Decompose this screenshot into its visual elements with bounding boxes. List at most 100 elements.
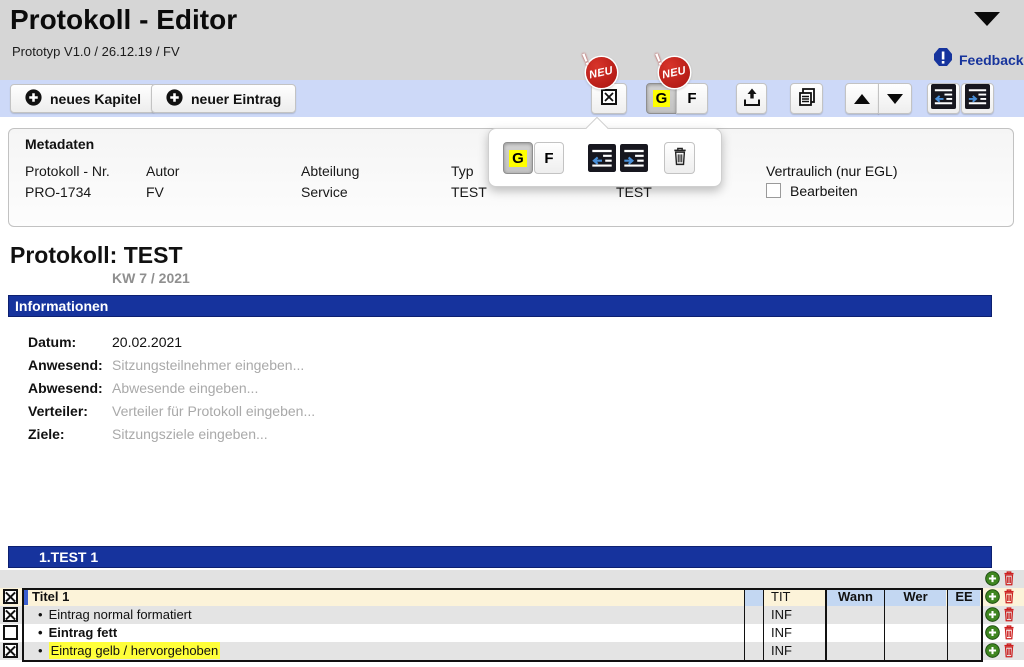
neu-badge: ! NEU xyxy=(659,57,690,88)
copy-pages-button[interactable] xyxy=(790,83,823,114)
bold-toggle-button[interactable]: F xyxy=(676,83,708,114)
row-type-cell[interactable]: INF xyxy=(766,624,824,642)
field-input-verteiler[interactable]: Verteiler für Protokoll eingeben... xyxy=(112,403,315,419)
page-title: Protokoll - Editor xyxy=(10,4,237,36)
new-entry-button[interactable]: neuer Eintrag xyxy=(151,84,296,113)
document-title: Protokoll: TEST xyxy=(10,242,183,269)
row-text-cell: Eintrag fett xyxy=(38,624,117,642)
new-chapter-button[interactable]: neues Kapitel xyxy=(10,84,156,113)
row-wann-cell[interactable] xyxy=(827,606,884,624)
upload-icon xyxy=(741,86,763,112)
row-type-cell[interactable]: TIT xyxy=(766,588,824,606)
add-row-button[interactable] xyxy=(985,589,1000,604)
checkbox-mark-button[interactable] xyxy=(591,83,627,114)
move-down-button[interactable] xyxy=(878,83,912,114)
meta-label-autor: Autor xyxy=(146,163,179,179)
arrow-down-icon xyxy=(887,94,903,104)
row-text-cell[interactable]: Titel 1 xyxy=(32,588,69,606)
bold-f-label: F xyxy=(687,90,696,107)
popup-caret xyxy=(586,117,609,140)
row-ee-cell[interactable] xyxy=(948,606,980,624)
version-subtitle: Prototyp V1.0 / 26.12.19 / FV xyxy=(12,44,180,59)
highlight-g-label: G xyxy=(653,90,671,107)
add-row-button[interactable] xyxy=(985,643,1000,658)
row-ee-cell[interactable] xyxy=(948,624,980,642)
row-ee-cell[interactable] xyxy=(948,642,980,660)
field-label-ziele: Ziele: xyxy=(28,426,65,442)
neu-badge: ! NEU xyxy=(586,57,617,88)
new-chapter-label: neues Kapitel xyxy=(50,91,141,107)
row-wer-cell[interactable] xyxy=(885,624,946,642)
meta-value-protokoll-nr: PRO-1734 xyxy=(25,184,91,200)
feedback-link[interactable]: Feedback xyxy=(933,47,1024,72)
chapter-section-header: 1.TEST 1 xyxy=(8,546,992,568)
row-handle-cell xyxy=(745,588,763,606)
neu-badge-label: NEU xyxy=(588,64,614,81)
trash-icon xyxy=(671,146,689,171)
row-select-checkbox[interactable] xyxy=(3,589,18,604)
add-row-button[interactable] xyxy=(985,625,1000,640)
popup-bold-button[interactable]: F xyxy=(534,142,564,174)
row-select-checkbox[interactable] xyxy=(3,607,18,622)
meta-value-autor: FV xyxy=(146,184,164,200)
popup-delete-button[interactable] xyxy=(664,142,695,174)
indent-button[interactable] xyxy=(961,83,994,114)
menu-caret-icon[interactable] xyxy=(974,12,1000,26)
info-section-header: Informationen xyxy=(8,295,992,317)
row-select-checkbox[interactable] xyxy=(3,625,18,640)
edit-checkbox-label: Bearbeiten xyxy=(790,183,858,199)
add-row-button[interactable] xyxy=(985,607,1000,622)
bold-f-label: F xyxy=(544,150,553,167)
popup-outdent-button[interactable] xyxy=(588,144,616,172)
plus-circle-icon xyxy=(166,89,183,109)
add-row-button[interactable] xyxy=(985,571,1000,586)
delete-row-button[interactable] xyxy=(1002,606,1016,623)
outdent-button[interactable] xyxy=(927,83,960,114)
row-text-cell: Eintrag gelb / hervorgehoben xyxy=(38,642,220,660)
meta-label-typ: Typ xyxy=(451,163,474,179)
table-row: Eintrag gelb / hervorgehoben INF xyxy=(0,642,1024,660)
arrow-up-icon xyxy=(854,94,870,104)
plus-circle-icon xyxy=(25,89,42,109)
row-text-cell: Eintrag normal formatiert xyxy=(38,606,192,624)
indent-icon xyxy=(965,84,990,113)
copy-pages-icon xyxy=(796,86,818,112)
meta-value-abteilung: Service xyxy=(301,184,348,200)
row-type-cell[interactable]: INF xyxy=(766,642,824,660)
delete-row-button[interactable] xyxy=(1002,642,1016,659)
row-wann-cell[interactable] xyxy=(827,624,884,642)
row-type-cell[interactable]: INF xyxy=(766,606,824,624)
export-button[interactable] xyxy=(736,83,767,114)
field-input-abwesend[interactable]: Abwesende eingeben... xyxy=(112,380,258,396)
move-up-button[interactable] xyxy=(845,83,879,114)
metadata-panel-title: Metadaten xyxy=(25,136,94,152)
format-popup: G F xyxy=(488,128,722,187)
column-header-wann: Wann xyxy=(827,588,884,606)
table-row: Titel 1 TIT Wann Wer EE xyxy=(0,588,1024,606)
popup-highlight-button[interactable]: G xyxy=(503,142,533,174)
new-entry-label: neuer Eintrag xyxy=(191,91,281,107)
edit-checkbox[interactable] xyxy=(766,183,781,198)
delete-row-button[interactable] xyxy=(1002,570,1016,587)
protokoll-editor-app: Protokoll - Editor Prototyp V1.0 / 26.12… xyxy=(0,0,1024,667)
confidential-label: Vertraulich (nur EGL) xyxy=(766,163,898,179)
outdent-icon xyxy=(931,84,956,113)
chapter-action-strip xyxy=(0,570,1024,588)
row-wer-cell[interactable] xyxy=(885,606,946,624)
table-row: Eintrag fett INF xyxy=(0,624,1024,642)
row-wann-cell[interactable] xyxy=(827,642,884,660)
selection-marker xyxy=(23,589,28,605)
meta-label-protokoll-nr: Protokoll - Nr. xyxy=(25,163,110,179)
feedback-alert-icon xyxy=(933,47,953,72)
checked-box-icon xyxy=(600,88,618,110)
row-select-checkbox[interactable] xyxy=(3,643,18,658)
field-label-abwesend: Abwesend: xyxy=(28,380,103,396)
delete-row-button[interactable] xyxy=(1002,588,1016,605)
delete-row-button[interactable] xyxy=(1002,624,1016,641)
app-header: Protokoll - Editor Prototyp V1.0 / 26.12… xyxy=(0,0,1024,80)
row-wer-cell[interactable] xyxy=(885,642,946,660)
field-input-ziele[interactable]: Sitzungsziele eingeben... xyxy=(112,426,268,442)
field-input-anwesend[interactable]: Sitzungsteilnehmer eingeben... xyxy=(112,357,304,373)
popup-indent-button[interactable] xyxy=(620,144,648,172)
field-value-datum[interactable]: 20.02.2021 xyxy=(112,334,182,350)
